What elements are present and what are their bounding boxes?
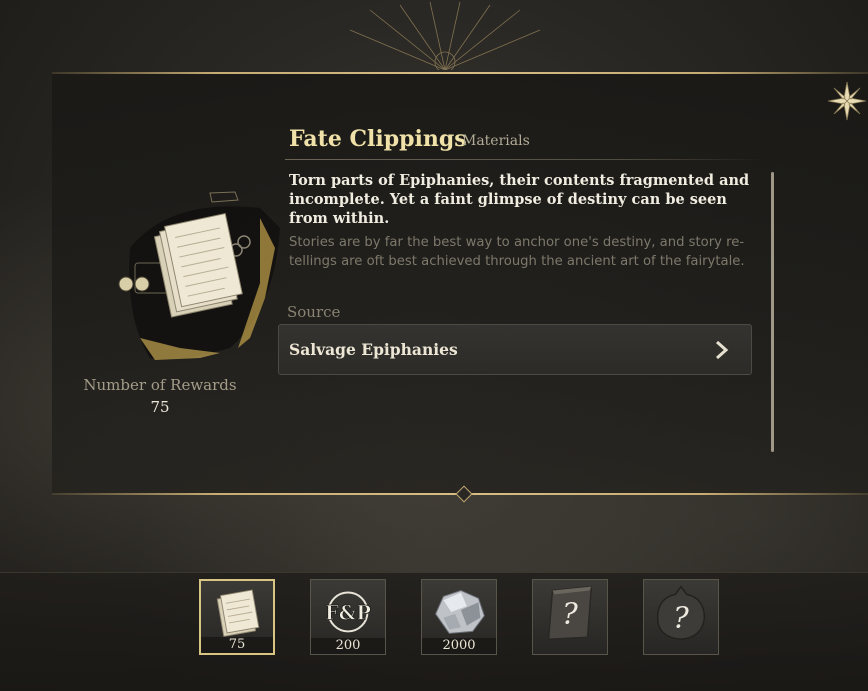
paper-clippings-icon — [216, 589, 260, 637]
silver-ore-icon — [435, 590, 485, 634]
item-flavor-text: Stories are by far the best way to ancho… — [289, 235, 745, 269]
rewards-count: 75 — [150, 398, 170, 416]
fp-emblem-icon: F&P — [325, 591, 372, 633]
panel-border-top — [52, 72, 868, 74]
unknown-mark: ? — [673, 601, 689, 635]
item-category: Materials — [462, 133, 530, 149]
item-title: Fate Clippings — [289, 126, 467, 152]
description-scrollbar[interactable] — [771, 172, 774, 452]
unknown-mark: ? — [562, 597, 578, 631]
item-slot-fp-emblem[interactable]: F&P 200 — [310, 579, 386, 655]
fate-clippings-illustration — [118, 191, 280, 360]
top-ornament — [349, 1, 541, 70]
fp-emblem-text: F&P — [325, 602, 371, 625]
rewards-label: Number of Rewards — [83, 376, 237, 394]
close-icon[interactable] — [826, 80, 868, 122]
source-label: Source — [287, 303, 341, 321]
slot-count: 200 — [311, 638, 385, 654]
chevron-right-icon — [716, 340, 729, 360]
unknown-orb-icon: ? — [656, 585, 706, 640]
slot-count: 2000 — [422, 638, 496, 654]
source-salvage-epiphanies-button[interactable]: Salvage Epiphanies — [278, 324, 752, 375]
slot-count: 75 — [201, 637, 273, 653]
item-slot-unknown-book[interactable]: ? — [532, 579, 608, 655]
item-slot-fate-clippings[interactable]: 75 — [199, 579, 275, 655]
unknown-book-icon: ? — [547, 585, 593, 640]
item-slot-silver-ore[interactable]: 2000 — [421, 579, 497, 655]
title-divider — [285, 159, 765, 160]
item-description: Torn parts of Epiphanies, their contents… — [289, 172, 750, 227]
item-slot-unknown-orb[interactable]: ? — [643, 579, 719, 655]
source-button-label: Salvage Epiphanies — [289, 340, 458, 359]
